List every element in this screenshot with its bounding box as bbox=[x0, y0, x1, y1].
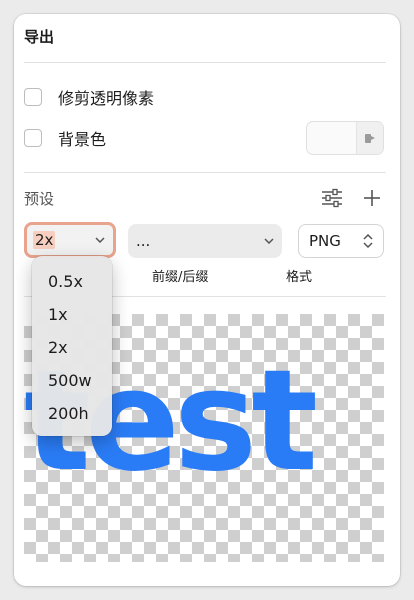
scale-option[interactable]: 0.5x bbox=[48, 272, 83, 291]
panel-title: 导出 bbox=[24, 28, 55, 46]
suffix-select[interactable]: ... bbox=[128, 224, 282, 258]
chevron-down-icon bbox=[95, 237, 105, 243]
scale-dropdown-menu: 0.5x 1x 2x 500w 200h bbox=[32, 256, 112, 436]
suffix-label: 前缀/后缀 bbox=[152, 270, 209, 285]
scale-option[interactable]: 200h bbox=[48, 404, 89, 423]
format-value: PNG bbox=[309, 232, 341, 250]
eyedropper-icon[interactable] bbox=[356, 122, 383, 154]
scale-option[interactable]: 1x bbox=[48, 305, 68, 324]
chevron-down-icon bbox=[264, 238, 274, 244]
scale-option[interactable]: 2x bbox=[48, 338, 68, 357]
divider bbox=[24, 62, 386, 63]
scale-select[interactable]: 2x bbox=[24, 222, 116, 258]
scale-option[interactable]: 500w bbox=[48, 371, 92, 390]
chevron-updown-icon bbox=[363, 234, 373, 248]
trim-transparent-row[interactable]: 修剪透明像素 bbox=[24, 86, 154, 108]
background-color-row[interactable]: 背景色 bbox=[24, 127, 106, 149]
scale-value: 2x bbox=[33, 231, 56, 249]
plus-icon[interactable] bbox=[360, 186, 384, 210]
suffix-value: ... bbox=[136, 232, 151, 250]
format-select[interactable]: PNG bbox=[298, 224, 384, 258]
presets-label: 预设 bbox=[24, 190, 55, 208]
background-color-label: 背景色 bbox=[58, 130, 107, 149]
background-color-well[interactable] bbox=[306, 121, 384, 155]
divider bbox=[24, 172, 386, 173]
background-color-checkbox[interactable] bbox=[24, 129, 42, 147]
trim-transparent-checkbox[interactable] bbox=[24, 88, 42, 106]
sliders-icon[interactable] bbox=[320, 186, 344, 210]
format-label: 格式 bbox=[286, 270, 313, 285]
trim-transparent-label: 修剪透明像素 bbox=[58, 89, 155, 108]
